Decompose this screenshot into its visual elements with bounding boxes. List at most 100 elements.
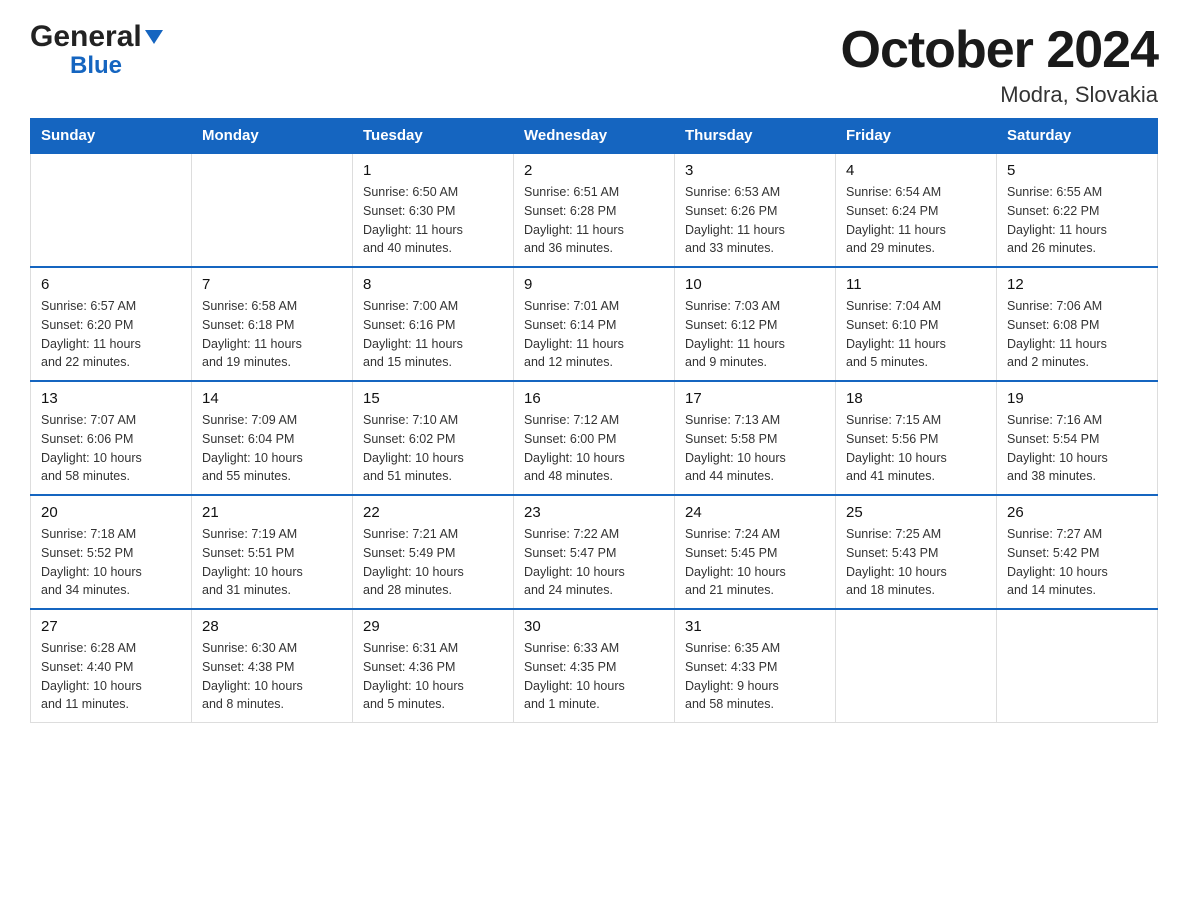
day-number: 8 bbox=[363, 276, 503, 293]
day-number: 22 bbox=[363, 504, 503, 521]
day-info: Sunrise: 6:28 AM Sunset: 4:40 PM Dayligh… bbox=[41, 639, 181, 714]
calendar-cell: 31 Sunrise: 6:35 AM Sunset: 4:33 PM Dayli… bbox=[675, 609, 836, 723]
logo-blue-text: Blue bbox=[70, 52, 122, 80]
day-info: Sunrise: 6:51 AM Sunset: 6:28 PM Dayligh… bbox=[524, 183, 664, 258]
day-of-week-header: Tuesday bbox=[353, 119, 514, 154]
calendar-cell: 11Sunrise: 7:04 AM Sunset: 6:10 PM Dayli… bbox=[836, 267, 997, 381]
calendar-cell bbox=[192, 153, 353, 267]
day-of-week-header: Sunday bbox=[31, 119, 192, 154]
calendar-cell: 26 Sunrise: 7:27 AM Sunset: 5:42 PM Dayli… bbox=[997, 495, 1158, 609]
day-number: 5 bbox=[1007, 162, 1147, 179]
day-info: Sunrise: 7:13 AM Sunset: 5:58 PM Dayligh… bbox=[685, 411, 825, 486]
day-number: 30 bbox=[524, 618, 664, 635]
day-info: Sunrise: 7:21 AM Sunset: 5:49 PM Dayligh… bbox=[363, 525, 503, 600]
calendar-cell: 4Sunrise: 6:54 AM Sunset: 6:24 PM Daylig… bbox=[836, 153, 997, 267]
page-header: General Blue October 2024 Modra, Slovaki… bbox=[30, 20, 1158, 108]
day-of-week-header: Wednesday bbox=[514, 119, 675, 154]
calendar-cell: 5 Sunrise: 6:55 AM Sunset: 6:22 PM Daylig… bbox=[997, 153, 1158, 267]
day-info: Sunrise: 7:16 AM Sunset: 5:54 PM Dayligh… bbox=[1007, 411, 1147, 486]
day-number: 3 bbox=[685, 162, 825, 179]
calendar-cell: 25Sunrise: 7:25 AM Sunset: 5:43 PM Dayli… bbox=[836, 495, 997, 609]
calendar-cell: 10 Sunrise: 7:03 AM Sunset: 6:12 PM Dayli… bbox=[675, 267, 836, 381]
calendar-week-row: 1 Sunrise: 6:50 AM Sunset: 6:30 PM Daylig… bbox=[31, 153, 1158, 267]
day-of-week-header: Friday bbox=[836, 119, 997, 154]
day-info: Sunrise: 6:30 AM Sunset: 4:38 PM Dayligh… bbox=[202, 639, 342, 714]
day-number: 4 bbox=[846, 162, 986, 179]
location-subtitle: Modra, Slovakia bbox=[841, 82, 1159, 108]
day-info: Sunrise: 6:53 AM Sunset: 6:26 PM Dayligh… bbox=[685, 183, 825, 258]
logo-general-text: General bbox=[30, 20, 142, 54]
calendar-cell: 13 Sunrise: 7:07 AM Sunset: 6:06 PM Dayli… bbox=[31, 381, 192, 495]
day-number: 16 bbox=[524, 390, 664, 407]
calendar-week-row: 20 Sunrise: 7:18 AM Sunset: 5:52 PM Dayli… bbox=[31, 495, 1158, 609]
day-number: 19 bbox=[1007, 390, 1147, 407]
day-info: Sunrise: 7:19 AM Sunset: 5:51 PM Dayligh… bbox=[202, 525, 342, 600]
day-info: Sunrise: 7:10 AM Sunset: 6:02 PM Dayligh… bbox=[363, 411, 503, 486]
calendar-cell: 8 Sunrise: 7:00 AM Sunset: 6:16 PM Daylig… bbox=[353, 267, 514, 381]
day-info: Sunrise: 7:18 AM Sunset: 5:52 PM Dayligh… bbox=[41, 525, 181, 600]
day-number: 18 bbox=[846, 390, 986, 407]
calendar-table: SundayMondayTuesdayWednesdayThursdayFrid… bbox=[30, 118, 1158, 723]
day-number: 24 bbox=[685, 504, 825, 521]
day-info: Sunrise: 6:57 AM Sunset: 6:20 PM Dayligh… bbox=[41, 297, 181, 372]
day-info: Sunrise: 7:00 AM Sunset: 6:16 PM Dayligh… bbox=[363, 297, 503, 372]
day-number: 2 bbox=[524, 162, 664, 179]
calendar-cell: 29 Sunrise: 6:31 AM Sunset: 4:36 PM Dayli… bbox=[353, 609, 514, 723]
calendar-cell bbox=[31, 153, 192, 267]
calendar-cell: 15 Sunrise: 7:10 AM Sunset: 6:02 PM Dayli… bbox=[353, 381, 514, 495]
day-info: Sunrise: 7:24 AM Sunset: 5:45 PM Dayligh… bbox=[685, 525, 825, 600]
title-block: October 2024 Modra, Slovakia bbox=[841, 20, 1159, 108]
day-number: 7 bbox=[202, 276, 342, 293]
day-info: Sunrise: 7:12 AM Sunset: 6:00 PM Dayligh… bbox=[524, 411, 664, 486]
day-number: 29 bbox=[363, 618, 503, 635]
day-info: Sunrise: 7:03 AM Sunset: 6:12 PM Dayligh… bbox=[685, 297, 825, 372]
calendar-cell: 14Sunrise: 7:09 AM Sunset: 6:04 PM Dayli… bbox=[192, 381, 353, 495]
day-number: 26 bbox=[1007, 504, 1147, 521]
day-number: 31 bbox=[685, 618, 825, 635]
day-number: 11 bbox=[846, 276, 986, 293]
logo: General Blue bbox=[30, 20, 163, 80]
month-title: October 2024 bbox=[841, 20, 1159, 80]
day-info: Sunrise: 7:01 AM Sunset: 6:14 PM Dayligh… bbox=[524, 297, 664, 372]
day-number: 20 bbox=[41, 504, 181, 521]
calendar-cell: 6Sunrise: 6:57 AM Sunset: 6:20 PM Daylig… bbox=[31, 267, 192, 381]
day-info: Sunrise: 6:33 AM Sunset: 4:35 PM Dayligh… bbox=[524, 639, 664, 714]
calendar-week-row: 6Sunrise: 6:57 AM Sunset: 6:20 PM Daylig… bbox=[31, 267, 1158, 381]
calendar-cell: 19 Sunrise: 7:16 AM Sunset: 5:54 PM Dayli… bbox=[997, 381, 1158, 495]
calendar-cell: 18Sunrise: 7:15 AM Sunset: 5:56 PM Dayli… bbox=[836, 381, 997, 495]
day-info: Sunrise: 7:06 AM Sunset: 6:08 PM Dayligh… bbox=[1007, 297, 1147, 372]
day-number: 28 bbox=[202, 618, 342, 635]
calendar-cell: 1 Sunrise: 6:50 AM Sunset: 6:30 PM Daylig… bbox=[353, 153, 514, 267]
day-number: 15 bbox=[363, 390, 503, 407]
day-number: 17 bbox=[685, 390, 825, 407]
day-number: 9 bbox=[524, 276, 664, 293]
day-number: 13 bbox=[41, 390, 181, 407]
calendar-cell: 30 Sunrise: 6:33 AM Sunset: 4:35 PM Dayli… bbox=[514, 609, 675, 723]
day-number: 10 bbox=[685, 276, 825, 293]
calendar-cell: 21Sunrise: 7:19 AM Sunset: 5:51 PM Dayli… bbox=[192, 495, 353, 609]
day-info: Sunrise: 7:27 AM Sunset: 5:42 PM Dayligh… bbox=[1007, 525, 1147, 600]
calendar-body: 1 Sunrise: 6:50 AM Sunset: 6:30 PM Daylig… bbox=[31, 153, 1158, 723]
day-of-week-header: Monday bbox=[192, 119, 353, 154]
calendar-cell: 17 Sunrise: 7:13 AM Sunset: 5:58 PM Dayli… bbox=[675, 381, 836, 495]
calendar-cell bbox=[836, 609, 997, 723]
day-number: 23 bbox=[524, 504, 664, 521]
calendar-week-row: 13 Sunrise: 7:07 AM Sunset: 6:06 PM Dayli… bbox=[31, 381, 1158, 495]
day-info: Sunrise: 6:35 AM Sunset: 4:33 PM Dayligh… bbox=[685, 639, 825, 714]
day-info: Sunrise: 7:07 AM Sunset: 6:06 PM Dayligh… bbox=[41, 411, 181, 486]
day-number: 1 bbox=[363, 162, 503, 179]
day-info: Sunrise: 6:55 AM Sunset: 6:22 PM Dayligh… bbox=[1007, 183, 1147, 258]
calendar-cell bbox=[997, 609, 1158, 723]
calendar-cell: 7Sunrise: 6:58 AM Sunset: 6:18 PM Daylig… bbox=[192, 267, 353, 381]
day-info: Sunrise: 6:31 AM Sunset: 4:36 PM Dayligh… bbox=[363, 639, 503, 714]
day-info: Sunrise: 7:22 AM Sunset: 5:47 PM Dayligh… bbox=[524, 525, 664, 600]
day-info: Sunrise: 7:25 AM Sunset: 5:43 PM Dayligh… bbox=[846, 525, 986, 600]
calendar-week-row: 27 Sunrise: 6:28 AM Sunset: 4:40 PM Dayli… bbox=[31, 609, 1158, 723]
day-number: 27 bbox=[41, 618, 181, 635]
calendar-cell: 16 Sunrise: 7:12 AM Sunset: 6:00 PM Dayli… bbox=[514, 381, 675, 495]
calendar-cell: 28 Sunrise: 6:30 AM Sunset: 4:38 PM Dayli… bbox=[192, 609, 353, 723]
calendar-cell: 9 Sunrise: 7:01 AM Sunset: 6:14 PM Daylig… bbox=[514, 267, 675, 381]
day-info: Sunrise: 6:50 AM Sunset: 6:30 PM Dayligh… bbox=[363, 183, 503, 258]
day-number: 12 bbox=[1007, 276, 1147, 293]
header-row: SundayMondayTuesdayWednesdayThursdayFrid… bbox=[31, 119, 1158, 154]
